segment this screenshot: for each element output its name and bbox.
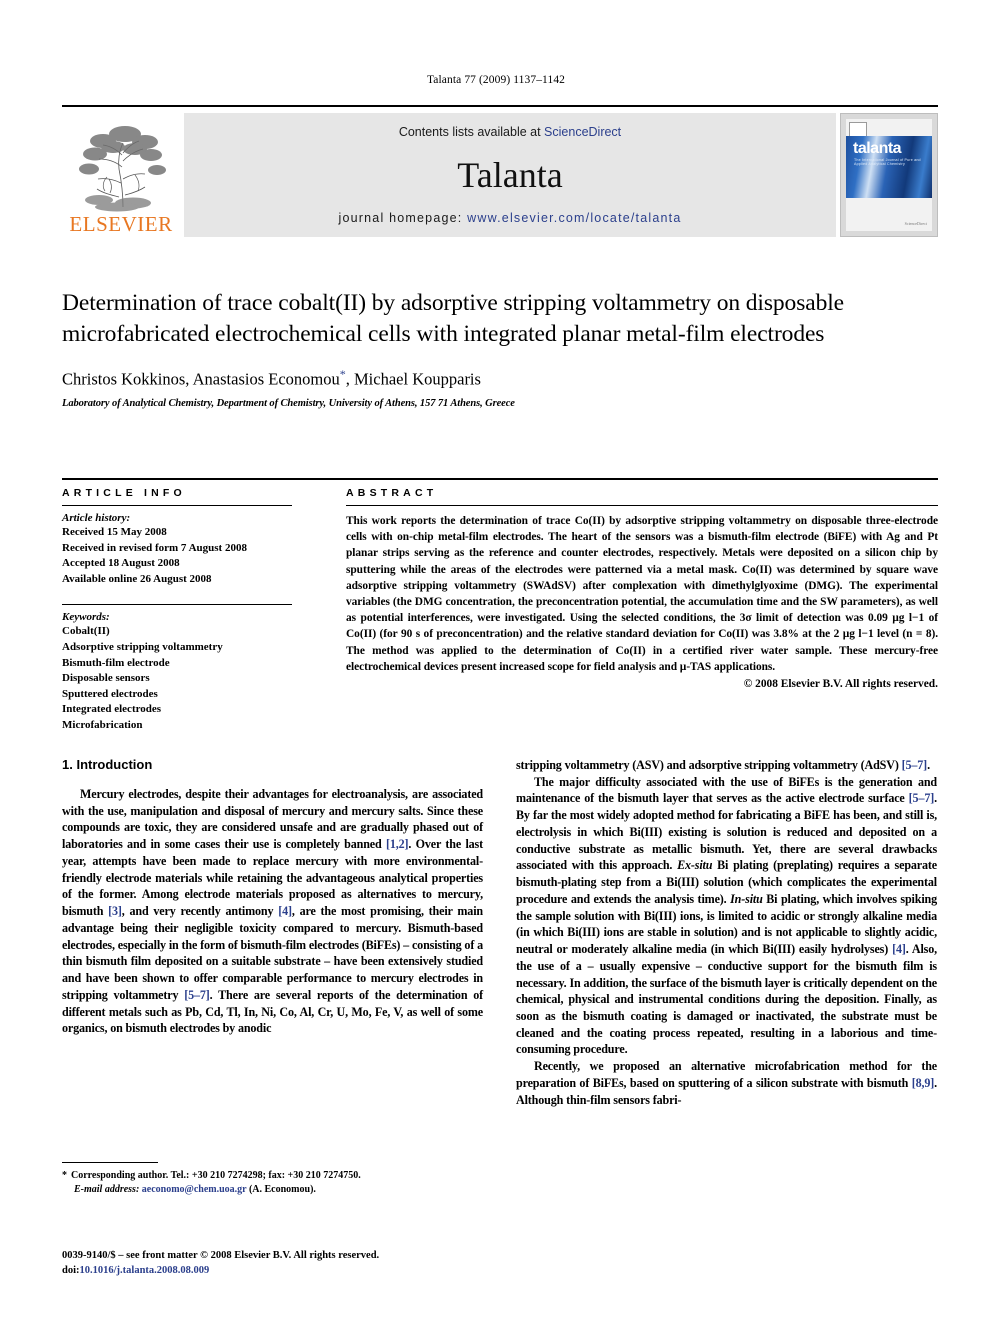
article-history-list: Received 15 May 2008 Received in revised… xyxy=(62,525,314,587)
footnote-line: * Corresponding author. Tel.: +30 210 727… xyxy=(62,1169,483,1197)
keywords-list: Cobalt(II) Adsorptive stripping voltamme… xyxy=(62,624,314,733)
masthead-center-band: Contents lists available at ScienceDirec… xyxy=(184,113,836,237)
author-list: Christos Kokkinos, Anastasios Economou*,… xyxy=(62,367,938,390)
history-item: Received in revised form 7 August 2008 xyxy=(62,541,247,554)
keyword-item: Sputtered electrodes xyxy=(62,687,158,700)
abstract-column: ABSTRACT This work reports the determina… xyxy=(314,480,938,734)
cover-journal-title: talanta xyxy=(853,140,902,157)
article-history-label: Article history: xyxy=(62,512,131,524)
authors-main: Christos Kokkinos, Anastasios Economou xyxy=(62,369,340,388)
journal-cover-thumbnail[interactable]: talanta The International Journal of Pur… xyxy=(840,113,938,237)
affiliation: Laboratory of Analytical Chemistry, Depa… xyxy=(62,398,515,409)
paragraph: The major difficulty associated with the… xyxy=(516,774,938,1057)
article-info-column: ARTICLE INFO Article history: Received 1… xyxy=(62,480,314,734)
elsevier-tree-icon xyxy=(73,121,169,213)
elsevier-logo: ELSEVIER xyxy=(62,113,180,237)
footnote-rule xyxy=(62,1162,158,1163)
journal-title: Talanta xyxy=(457,155,563,195)
journal-homepage-link[interactable]: www.elsevier.com/locate/talanta xyxy=(467,211,681,225)
elsevier-wordmark: ELSEVIER xyxy=(69,212,173,236)
doi-label: doi: xyxy=(62,1265,80,1277)
journal-homepage-line: journal homepage: www.elsevier.com/locat… xyxy=(339,211,682,225)
paragraph: Recently, we proposed an alternative mic… xyxy=(516,1059,937,1107)
keywords-label: Keywords: xyxy=(62,611,110,624)
body-column-left: 1. Introduction Mercury electrodes, desp… xyxy=(62,757,483,1108)
history-item: Available online 26 August 2008 xyxy=(62,572,212,585)
body-column-right: stripping voltammetry (ASV) and adsorpti… xyxy=(516,757,937,1108)
cover-footer-logo: ScienceDirect xyxy=(904,221,927,227)
keyword-item: Bismuth-film electrode xyxy=(62,656,170,669)
keyword-item: Cobalt(II) xyxy=(62,625,110,638)
keywords-rule xyxy=(62,604,292,606)
article-page: Talanta 77 (2009) 1137–1142 ELSEVIER Con… xyxy=(0,0,992,1323)
keyword-item: Adsorptive stripping voltammetry xyxy=(62,641,223,654)
article-info-heading: ARTICLE INFO xyxy=(62,487,186,499)
abstract-rule xyxy=(346,505,938,506)
cover-journal-subtitle: The International Journal of Pure and Ap… xyxy=(854,158,921,166)
front-matter-line: 0039-9140/$ – see front matter © 2008 El… xyxy=(62,1250,380,1261)
doi-link[interactable]: 10.1016/j.talanta.2008.08.009 xyxy=(80,1265,210,1276)
paragraph: stripping voltammetry (ASV) and adsorpti… xyxy=(516,758,930,772)
sciencedirect-link[interactable]: ScienceDirect xyxy=(544,125,621,139)
doi-line: doi:10.1016/j.talanta.2008.08.009 xyxy=(62,1263,562,1278)
page-footer: 0039-9140/$ – see front matter © 2008 El… xyxy=(62,1248,562,1278)
footnote-contact: Corresponding author. Tel.: +30 210 7274… xyxy=(71,1170,361,1181)
info-abstract-block: ARTICLE INFO Article history: Received 1… xyxy=(62,478,938,734)
email-label: E-mail address: xyxy=(74,1184,140,1195)
keyword-item: Microfabrication xyxy=(62,719,143,732)
title-block: Determination of trace cobalt(II) by ads… xyxy=(62,288,938,409)
footnote-marker: * xyxy=(62,1170,67,1181)
journal-masthead: ELSEVIER Contents lists available at Sci… xyxy=(62,105,938,237)
abstract-text: This work reports the determination of t… xyxy=(346,515,938,673)
keyword-item: Disposable sensors xyxy=(62,672,150,685)
article-title: Determination of trace cobalt(II) by ads… xyxy=(62,290,844,348)
contents-list-line: Contents lists available at ScienceDirec… xyxy=(399,125,621,139)
history-item: Accepted 18 August 2008 xyxy=(62,557,180,570)
paragraph: Mercury electrodes, despite their advant… xyxy=(62,787,483,1036)
email-suffix: (A. Economou). xyxy=(246,1184,316,1195)
body-columns: 1. Introduction Mercury electrodes, desp… xyxy=(62,757,938,1108)
authors-tail: , Michael Koupparis xyxy=(345,369,481,388)
running-head: Talanta 77 (2009) 1137–1142 xyxy=(426,74,566,86)
keyword-item: Integrated electrodes xyxy=(62,703,162,716)
section-heading-introduction: 1. Introduction xyxy=(62,757,153,772)
contents-prefix: Contents lists available at xyxy=(398,125,545,139)
corresponding-author-footnote: * Corresponding author. Tel.: +30 210 727… xyxy=(62,1162,483,1197)
email-link[interactable]: aeconomo@chem.uoa.gr xyxy=(142,1184,247,1195)
homepage-prefix: journal homepage: xyxy=(338,211,468,225)
abstract-heading: ABSTRACT xyxy=(346,487,438,499)
article-info-rule xyxy=(62,505,292,506)
history-item: Received 15 May 2008 xyxy=(62,526,167,538)
abstract-copyright: © 2008 Elsevier B.V. All rights reserved… xyxy=(743,677,938,690)
